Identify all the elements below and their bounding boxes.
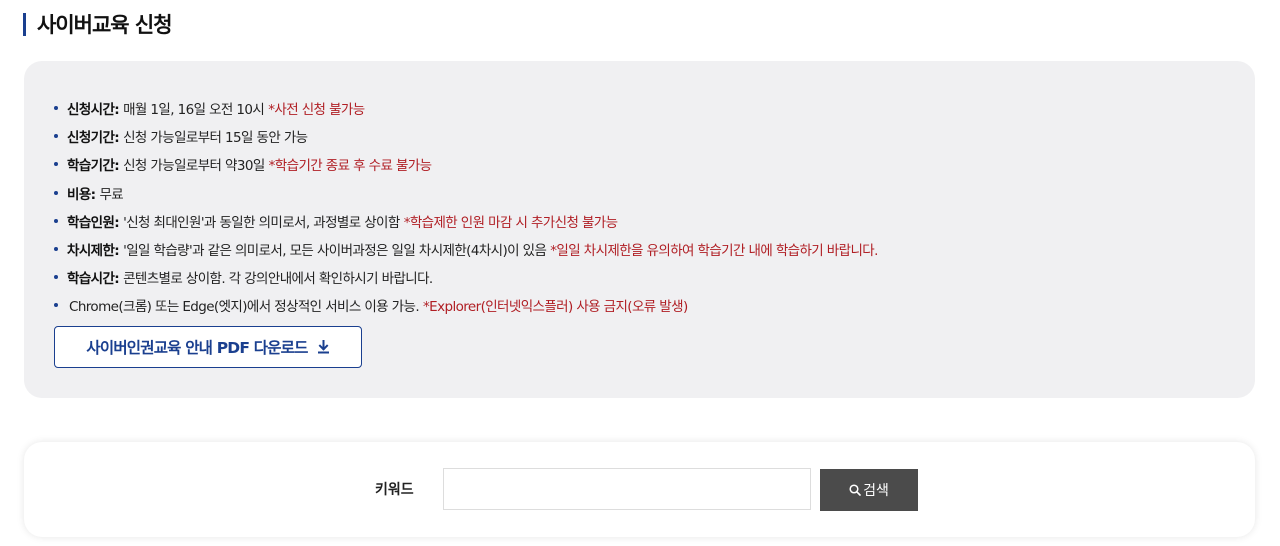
item-desc: 매월 1일, 16일 오전 10시 [123, 102, 265, 119]
item-label: 학습시간: [67, 271, 120, 288]
bullet-icon [54, 162, 58, 167]
browser-note: *Explorer(인터넷익스플러) 사용 금지(오류 발생) [423, 299, 688, 316]
item-label: 학습인원: [67, 214, 120, 231]
list-item: 신청시간: 매월 1일, 16일 오전 10시 *사전 신청 불가능 [54, 94, 878, 122]
search-button-label: 검색 [863, 483, 889, 499]
page-title-text: 사이버교육 신청 [37, 13, 173, 37]
item-desc: 신청 가능일로부터 15일 동안 가능 [123, 130, 308, 147]
item-note: *학습제한 인원 마감 시 추가신청 불가능 [403, 214, 618, 231]
keyword-input[interactable] [443, 468, 811, 510]
bullet-icon [54, 303, 58, 308]
search-icon [849, 484, 861, 496]
info-list: 신청시간: 매월 1일, 16일 오전 10시 *사전 신청 불가능 신청기간:… [54, 94, 878, 320]
item-label: 신청기간: [67, 130, 120, 147]
item-label: 학습기간: [67, 158, 120, 175]
item-label: 신청시간: [67, 102, 120, 119]
list-item: 학습기간: 신청 가능일로부터 약30일 *학습기간 종료 후 수료 불가능 [54, 150, 878, 178]
item-desc: 콘텐츠별로 상이함. 각 강의안내에서 확인하시기 바랍니다. [123, 271, 433, 288]
pdf-download-label: 사이버인권교육 안내 PDF 다운로드 [86, 339, 308, 357]
pdf-download-button[interactable]: 사이버인권교육 안내 PDF 다운로드 [54, 326, 362, 368]
list-item: 학습인원: '신청 최대인원'과 동일한 의미로서, 과정별로 상이함 *학습제… [54, 207, 878, 235]
bullet-icon [54, 190, 58, 195]
item-note: *일일 차시제한을 유의하여 학습기간 내에 학습하기 바랍니다. [550, 243, 878, 260]
info-panel: 신청시간: 매월 1일, 16일 오전 10시 *사전 신청 불가능 신청기간:… [24, 61, 1255, 398]
item-label: 차시제한: [67, 243, 120, 260]
list-item: 학습시간: 콘텐츠별로 상이함. 각 강의안내에서 확인하시기 바랍니다. [54, 263, 878, 291]
item-desc: 무료 [99, 186, 124, 203]
item-desc: '일일 학습량'과 같은 의미로서, 모든 사이버과정은 일일 차시제한(4차시… [123, 243, 547, 260]
list-item: 비용: 무료 [54, 179, 878, 207]
bullet-icon [54, 134, 58, 139]
item-note: *사전 신청 불가능 [268, 102, 365, 119]
search-button[interactable]: 검색 [820, 469, 918, 511]
search-panel: 키워드 검색 [24, 442, 1255, 537]
item-desc: 신청 가능일로부터 약30일 [123, 158, 265, 175]
title-accent-bar [23, 12, 26, 36]
list-item: 차시제한: '일일 학습량'과 같은 의미로서, 모든 사이버과정은 일일 차시… [54, 235, 878, 263]
item-label: 비용: [67, 186, 96, 203]
item-desc: '신청 최대인원'과 동일한 의미로서, 과정별로 상이함 [123, 214, 400, 231]
bullet-icon [54, 275, 58, 280]
bullet-icon [54, 218, 58, 223]
browser-desc: Chrome(크롬) 또는 Edge(엣지)에서 정상적인 서비스 이용 가능. [69, 299, 420, 316]
list-item: 신청기간: 신청 가능일로부터 15일 동안 가능 [54, 122, 878, 150]
bullet-icon [54, 247, 58, 252]
bullet-icon [54, 106, 58, 111]
download-icon [317, 340, 329, 354]
item-note: *학습기간 종료 후 수료 불가능 [268, 158, 432, 175]
list-item-browser: Chrome(크롬) 또는 Edge(엣지)에서 정상적인 서비스 이용 가능.… [54, 291, 878, 319]
page-title: 사이버교육 신청 [23, 10, 173, 38]
keyword-label: 키워드 [375, 482, 414, 498]
